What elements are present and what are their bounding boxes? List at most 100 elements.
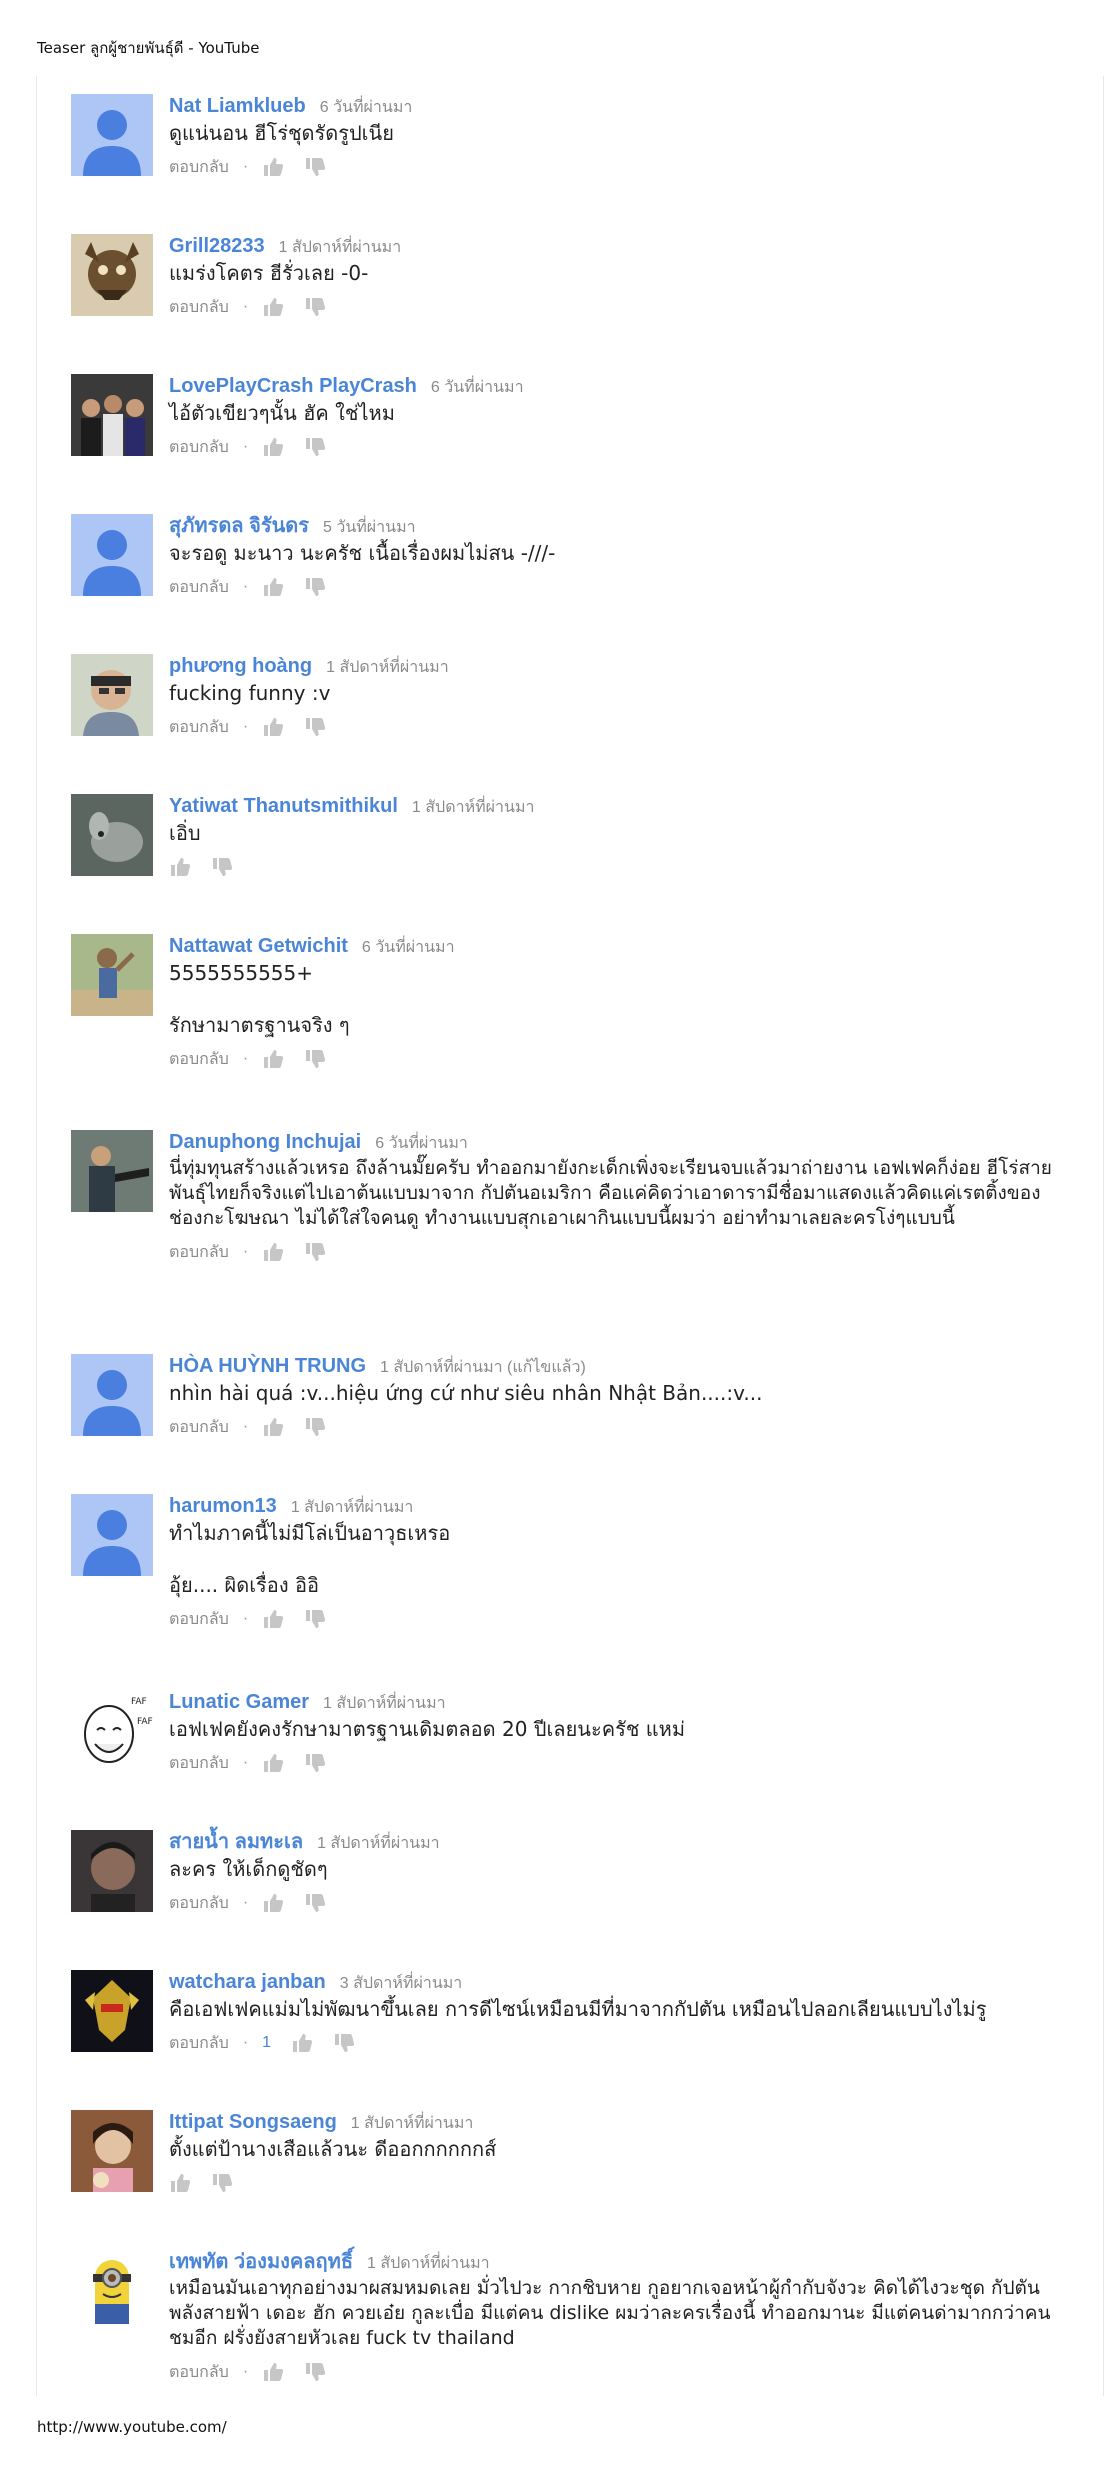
comment-author[interactable]: Nat Liamklueb [169, 95, 306, 117]
reply-button[interactable]: ตอบกลับ [169, 1047, 229, 1072]
comment-author[interactable]: สุภัทรดล จิรันดร [169, 515, 309, 537]
comment-author[interactable]: Nattawat Getwichit [169, 935, 348, 957]
comment-time[interactable]: 1 สัปดาห์ที่ผ่านมา [279, 239, 402, 256]
comment-time[interactable]: 1 สัปดาห์ที่ผ่านมา [291, 1499, 414, 1516]
thumbs-up-icon[interactable] [262, 1892, 284, 1914]
reply-button[interactable]: ตอบกลับ [169, 575, 229, 600]
thumbs-down-icon[interactable] [304, 1892, 326, 1914]
thumbs-down-icon[interactable] [304, 436, 326, 458]
comment-time[interactable]: 1 สัปดาห์ที่ผ่านมา [367, 2255, 490, 2272]
comment-text: เอิ่บ [169, 821, 201, 845]
thumbs-down-icon[interactable] [304, 2361, 326, 2383]
comment-author[interactable]: Yatiwat Thanutsmithikul [169, 795, 398, 817]
thumbs-down-icon[interactable] [304, 1608, 326, 1630]
reply-button[interactable]: ตอบกลับ [169, 155, 229, 180]
user-avatar[interactable] [71, 374, 153, 456]
comment-time[interactable]: 1 สัปดาห์ที่ผ่านมา [412, 799, 535, 816]
reply-button[interactable]: ตอบกลับ [169, 1751, 229, 1776]
separator-dot: · [242, 1754, 249, 1771]
meme-face-avatar[interactable]: FAF FAF [71, 1690, 153, 1772]
thumbs-up-icon[interactable] [262, 296, 284, 318]
comment-author[interactable]: Danuphong Inchujai [169, 1131, 361, 1153]
reply-button[interactable]: ตอบกลับ [169, 2360, 229, 2385]
user-avatar[interactable] [71, 1970, 153, 2052]
user-avatar[interactable] [71, 234, 153, 316]
separator-dot: · [242, 2363, 249, 2380]
reply-button[interactable]: ตอบกลับ [169, 1240, 229, 1265]
comment-author[interactable]: Ittipat Songsaeng [169, 2111, 337, 2133]
comment-time[interactable]: 6 วันที่ผ่านมา [362, 939, 455, 956]
user-avatar[interactable] [71, 1830, 153, 1912]
comment-time[interactable]: 6 วันที่ผ่านมา [431, 379, 524, 396]
thumbs-down-icon[interactable] [211, 2172, 233, 2194]
thumbs-down-icon[interactable] [304, 1048, 326, 1070]
reply-button[interactable]: ตอบกลับ [169, 295, 229, 320]
thumbs-up-icon[interactable] [262, 1241, 284, 1263]
comment-time[interactable]: 1 สัปดาห์ที่ผ่านมา (แก้ไขแล้ว) [380, 1359, 586, 1376]
reply-button[interactable]: ตอบกลับ [169, 715, 229, 740]
thumbs-up-icon[interactable] [262, 716, 284, 738]
reply-button[interactable]: ตอบกลับ [169, 435, 229, 460]
thumbs-up-icon[interactable] [262, 436, 284, 458]
comment-text: ละคร ให้เด็กดูชัดๆ [169, 1857, 328, 1881]
comment-time[interactable]: 3 สัปดาห์ที่ผ่านมา [340, 1975, 463, 1992]
user-avatar[interactable] [71, 934, 153, 1016]
comment-time[interactable]: 6 วันที่ผ่านมา [320, 99, 413, 116]
user-avatar[interactable] [71, 654, 153, 736]
separator-dot: · [242, 1243, 249, 1260]
thumbs-down-icon[interactable] [304, 1752, 326, 1774]
user-avatar[interactable] [71, 1130, 153, 1212]
comment-time[interactable]: 1 สัปดาห์ที่ผ่านมา [351, 2115, 474, 2132]
comment-author[interactable]: Grill28233 [169, 235, 265, 257]
comment-time[interactable]: 6 วันที่ผ่านมา [375, 1135, 468, 1152]
default-avatar-icon[interactable] [71, 1494, 153, 1576]
default-avatar-icon[interactable] [71, 514, 153, 596]
comment-actions: ตอบกลับ · [169, 1608, 1069, 1630]
thumbs-up-icon[interactable] [262, 1416, 284, 1438]
thumbs-down-icon[interactable] [304, 576, 326, 598]
comment-actions [169, 856, 1069, 878]
comment-author[interactable]: watchara janban [169, 1971, 326, 1993]
thumbs-up-icon[interactable] [262, 1048, 284, 1070]
reply-button[interactable]: ตอบกลับ [169, 1607, 229, 1632]
thumbs-up-icon[interactable] [291, 2032, 313, 2054]
thumbs-down-icon[interactable] [211, 856, 233, 878]
thumbs-up-icon[interactable] [262, 1752, 284, 1774]
thumbs-down-icon[interactable] [304, 1241, 326, 1263]
comment-author[interactable]: phương hoàng [169, 655, 312, 677]
user-avatar[interactable] [71, 2110, 153, 2192]
user-avatar[interactable] [71, 794, 153, 876]
thumbs-down-icon[interactable] [304, 156, 326, 178]
comment-time[interactable]: 5 วันที่ผ่านมา [323, 519, 416, 536]
comment-author[interactable]: สายน้ำ ลมทะเล [169, 1831, 303, 1853]
comment-time[interactable]: 1 สัปดาห์ที่ผ่านมา [317, 1835, 440, 1852]
thumbs-down-icon[interactable] [333, 2032, 355, 2054]
comment-author[interactable]: เทพทัต ว่องมงคลฤทธิ์ [169, 2251, 353, 2273]
comment-body: สุภัทรดล จิรันดร 5 วันที่ผ่านมา จะรอดู มะ… [169, 514, 1069, 598]
thumbs-up-icon[interactable] [169, 2172, 191, 2194]
default-avatar-icon[interactable] [71, 1354, 153, 1436]
thumbs-up-icon[interactable] [262, 2361, 284, 2383]
comment-author[interactable]: HÒA HUỲNH TRUNG [169, 1355, 366, 1377]
separator-dot: · [242, 438, 249, 455]
comment-author[interactable]: harumon13 [169, 1495, 277, 1517]
comment-text: ไอ้ตัวเขียวๆนั้น ฮัค ใช่ไหม [169, 401, 395, 425]
default-avatar-icon[interactable] [71, 94, 153, 176]
comment-time[interactable]: 1 สัปดาห์ที่ผ่านมา [326, 659, 449, 676]
thumbs-up-icon[interactable] [262, 156, 284, 178]
comment-author[interactable]: Lunatic Gamer [169, 1691, 309, 1713]
thumbs-up-icon[interactable] [169, 856, 191, 878]
like-count: 1 [262, 2034, 272, 2051]
minion-avatar[interactable] [71, 2250, 153, 2332]
reply-button[interactable]: ตอบกลับ [169, 1415, 229, 1440]
comment-author[interactable]: LovePlayCrash PlayCrash [169, 375, 417, 397]
thumbs-down-icon[interactable] [304, 1416, 326, 1438]
thumbs-down-icon[interactable] [304, 296, 326, 318]
thumbs-up-icon[interactable] [262, 1608, 284, 1630]
thumbs-up-icon[interactable] [262, 576, 284, 598]
reply-button[interactable]: ตอบกลับ [169, 2031, 229, 2056]
comment-actions: ตอบกลับ · [169, 1241, 1069, 1263]
reply-button[interactable]: ตอบกลับ [169, 1891, 229, 1916]
comment-time[interactable]: 1 สัปดาห์ที่ผ่านมา [323, 1695, 446, 1712]
thumbs-down-icon[interactable] [304, 716, 326, 738]
